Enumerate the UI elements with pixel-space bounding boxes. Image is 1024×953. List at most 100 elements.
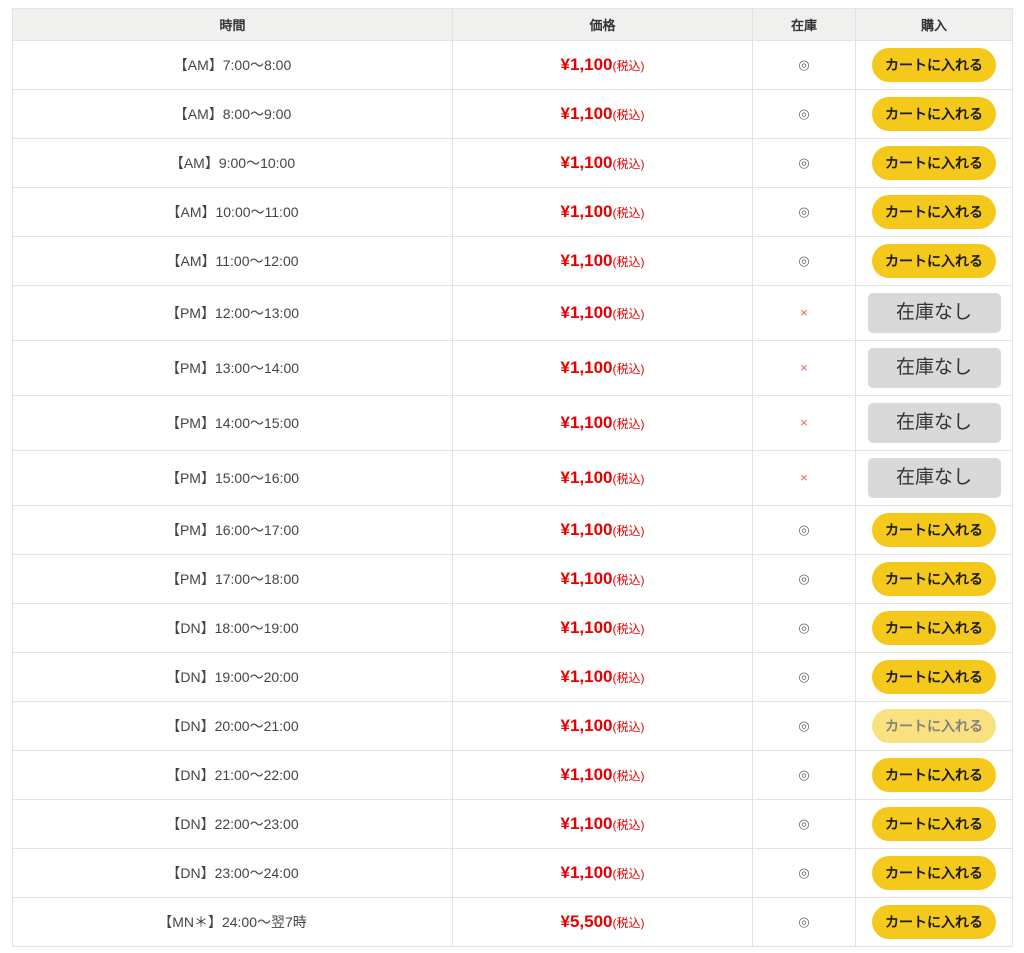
time-slot-row: 【PM】17:00〜18:00 ¥1,100(税込) ◎ カートに入れる — [12, 554, 1013, 604]
add-to-cart-button[interactable]: カートに入れる — [872, 244, 996, 278]
add-to-cart-button[interactable]: カートに入れる — [872, 97, 996, 131]
time-slot-label: 【AM】8:00〜9:00 — [12, 89, 453, 139]
time-slot-row: 【AM】11:00〜12:00 ¥1,100(税込) ◎ カートに入れる — [12, 236, 1013, 286]
time-slot-row: 【PM】13:00〜14:00 ¥1,100(税込) × 在庫なし — [12, 340, 1013, 396]
stock-status-symbol: ◎ — [798, 816, 810, 831]
tax-included-label: (税込) — [612, 720, 645, 734]
add-to-cart-button[interactable]: カートに入れる — [872, 905, 996, 939]
add-to-cart-button[interactable]: カートに入れる — [872, 195, 996, 229]
tax-included-label: (税込) — [612, 157, 645, 171]
price-value: ¥1,100 — [560, 55, 613, 74]
time-slot-row: 【AM】9:00〜10:00 ¥1,100(税込) ◎ カートに入れる — [12, 138, 1013, 188]
price-value: ¥1,100 — [560, 667, 613, 686]
time-slot-row: 【DN】20:00〜21:00 ¥1,100(税込) ◎ カートに入れる — [12, 701, 1013, 751]
column-header-stock: 在庫 — [752, 8, 856, 41]
column-header-time: 時間 — [12, 8, 453, 41]
out-of-stock-button: 在庫なし — [867, 403, 1001, 443]
tax-included-label: (税込) — [612, 818, 645, 832]
add-to-cart-button[interactable]: カートに入れる — [872, 48, 996, 82]
price-value: ¥1,100 — [560, 104, 613, 123]
tax-included-label: (税込) — [612, 108, 645, 122]
stock-status-symbol: × — [800, 470, 808, 485]
add-to-cart-button[interactable]: カートに入れる — [872, 758, 996, 792]
time-slot-label: 【DN】20:00〜21:00 — [12, 701, 453, 751]
price-value: ¥1,100 — [560, 618, 613, 637]
tax-included-label: (税込) — [612, 524, 645, 538]
stock-status-symbol: × — [800, 305, 808, 320]
stock-status-symbol: ◎ — [798, 155, 810, 170]
stock-status-symbol: × — [800, 360, 808, 375]
price-value: ¥1,100 — [560, 251, 613, 270]
time-slot-label: 【DN】21:00〜22:00 — [12, 750, 453, 800]
time-slot-label: 【PM】13:00〜14:00 — [12, 340, 453, 396]
time-slot-row: 【DN】22:00〜23:00 ¥1,100(税込) ◎ カートに入れる — [12, 799, 1013, 849]
add-to-cart-button[interactable]: カートに入れる — [872, 513, 996, 547]
time-slot-label: 【PM】14:00〜15:00 — [12, 395, 453, 451]
time-slot-label: 【PM】17:00〜18:00 — [12, 554, 453, 604]
stock-status-symbol: ◎ — [798, 865, 810, 880]
stock-status-symbol: ◎ — [798, 571, 810, 586]
price-value: ¥1,100 — [560, 202, 613, 221]
price-value: ¥1,100 — [560, 303, 613, 322]
time-slot-label: 【AM】9:00〜10:00 — [12, 138, 453, 188]
time-slot-row: 【DN】19:00〜20:00 ¥1,100(税込) ◎ カートに入れる — [12, 652, 1013, 702]
price-value: ¥1,100 — [560, 716, 613, 735]
stock-status-symbol: ◎ — [798, 106, 810, 121]
add-to-cart-button[interactable]: カートに入れる — [872, 660, 996, 694]
add-to-cart-button[interactable]: カートに入れる — [872, 807, 996, 841]
stock-status-symbol: ◎ — [798, 522, 810, 537]
time-slot-row: 【PM】12:00〜13:00 ¥1,100(税込) × 在庫なし — [12, 285, 1013, 341]
time-slot-row: 【MN＊】24:00〜翌7時 ¥5,500(税込) ◎ カートに入れる — [12, 897, 1013, 947]
add-to-cart-button[interactable]: カートに入れる — [872, 856, 996, 890]
time-slot-row: 【PM】16:00〜17:00 ¥1,100(税込) ◎ カートに入れる — [12, 505, 1013, 555]
time-slot-label: 【DN】18:00〜19:00 — [12, 603, 453, 653]
time-slot-row: 【PM】14:00〜15:00 ¥1,100(税込) × 在庫なし — [12, 395, 1013, 451]
price-value: ¥1,100 — [560, 413, 613, 432]
stock-status-symbol: ◎ — [798, 669, 810, 684]
column-header-price: 価格 — [452, 8, 753, 41]
add-to-cart-button[interactable]: カートに入れる — [872, 611, 996, 645]
price-value: ¥1,100 — [560, 468, 613, 487]
stock-status-symbol: ◎ — [798, 767, 810, 782]
time-slot-row: 【DN】21:00〜22:00 ¥1,100(税込) ◎ カートに入れる — [12, 750, 1013, 800]
tax-included-label: (税込) — [612, 867, 645, 881]
time-slot-label: 【PM】15:00〜16:00 — [12, 450, 453, 506]
time-slot-row: 【AM】10:00〜11:00 ¥1,100(税込) ◎ カートに入れる — [12, 187, 1013, 237]
time-slot-row: 【DN】23:00〜24:00 ¥1,100(税込) ◎ カートに入れる — [12, 848, 1013, 898]
price-value: ¥1,100 — [560, 520, 613, 539]
stock-status-symbol: ◎ — [798, 253, 810, 268]
price-value: ¥1,100 — [560, 863, 613, 882]
tax-included-label: (税込) — [612, 307, 645, 321]
tax-included-label: (税込) — [612, 472, 645, 486]
price-value: ¥1,100 — [560, 569, 613, 588]
out-of-stock-button: 在庫なし — [867, 293, 1001, 333]
time-slot-label: 【PM】16:00〜17:00 — [12, 505, 453, 555]
time-slot-reservation-page: 時間 価格 在庫 購入 【AM】7:00〜8:00 ¥1,100(税込) ◎ カ… — [0, 0, 1024, 953]
add-to-cart-button[interactable]: カートに入れる — [872, 709, 996, 743]
time-slot-table: 時間 価格 在庫 購入 【AM】7:00〜8:00 ¥1,100(税込) ◎ カ… — [12, 8, 1013, 947]
add-to-cart-button[interactable]: カートに入れる — [872, 146, 996, 180]
tax-included-label: (税込) — [612, 59, 645, 73]
time-slot-label: 【AM】10:00〜11:00 — [12, 187, 453, 237]
stock-status-symbol: ◎ — [798, 718, 810, 733]
add-to-cart-button[interactable]: カートに入れる — [872, 562, 996, 596]
stock-status-symbol: ◎ — [798, 620, 810, 635]
time-slot-label: 【PM】12:00〜13:00 — [12, 285, 453, 341]
tax-included-label: (税込) — [612, 206, 645, 220]
price-value: ¥5,500 — [560, 912, 613, 931]
time-slot-label: 【AM】11:00〜12:00 — [12, 236, 453, 286]
time-slot-row: 【AM】8:00〜9:00 ¥1,100(税込) ◎ カートに入れる — [12, 89, 1013, 139]
tax-included-label: (税込) — [612, 573, 645, 587]
time-slot-label: 【MN＊】24:00〜翌7時 — [12, 897, 453, 947]
tax-included-label: (税込) — [612, 362, 645, 376]
time-slot-row: 【PM】15:00〜16:00 ¥1,100(税込) × 在庫なし — [12, 450, 1013, 506]
time-slot-row: 【DN】18:00〜19:00 ¥1,100(税込) ◎ カートに入れる — [12, 603, 1013, 653]
tax-included-label: (税込) — [612, 671, 645, 685]
stock-status-symbol: × — [800, 415, 808, 430]
tax-included-label: (税込) — [612, 622, 645, 636]
out-of-stock-button: 在庫なし — [867, 348, 1001, 388]
time-slot-label: 【DN】22:00〜23:00 — [12, 799, 453, 849]
stock-status-symbol: ◎ — [798, 57, 810, 72]
price-value: ¥1,100 — [560, 814, 613, 833]
column-header-purchase: 購入 — [855, 8, 1013, 41]
